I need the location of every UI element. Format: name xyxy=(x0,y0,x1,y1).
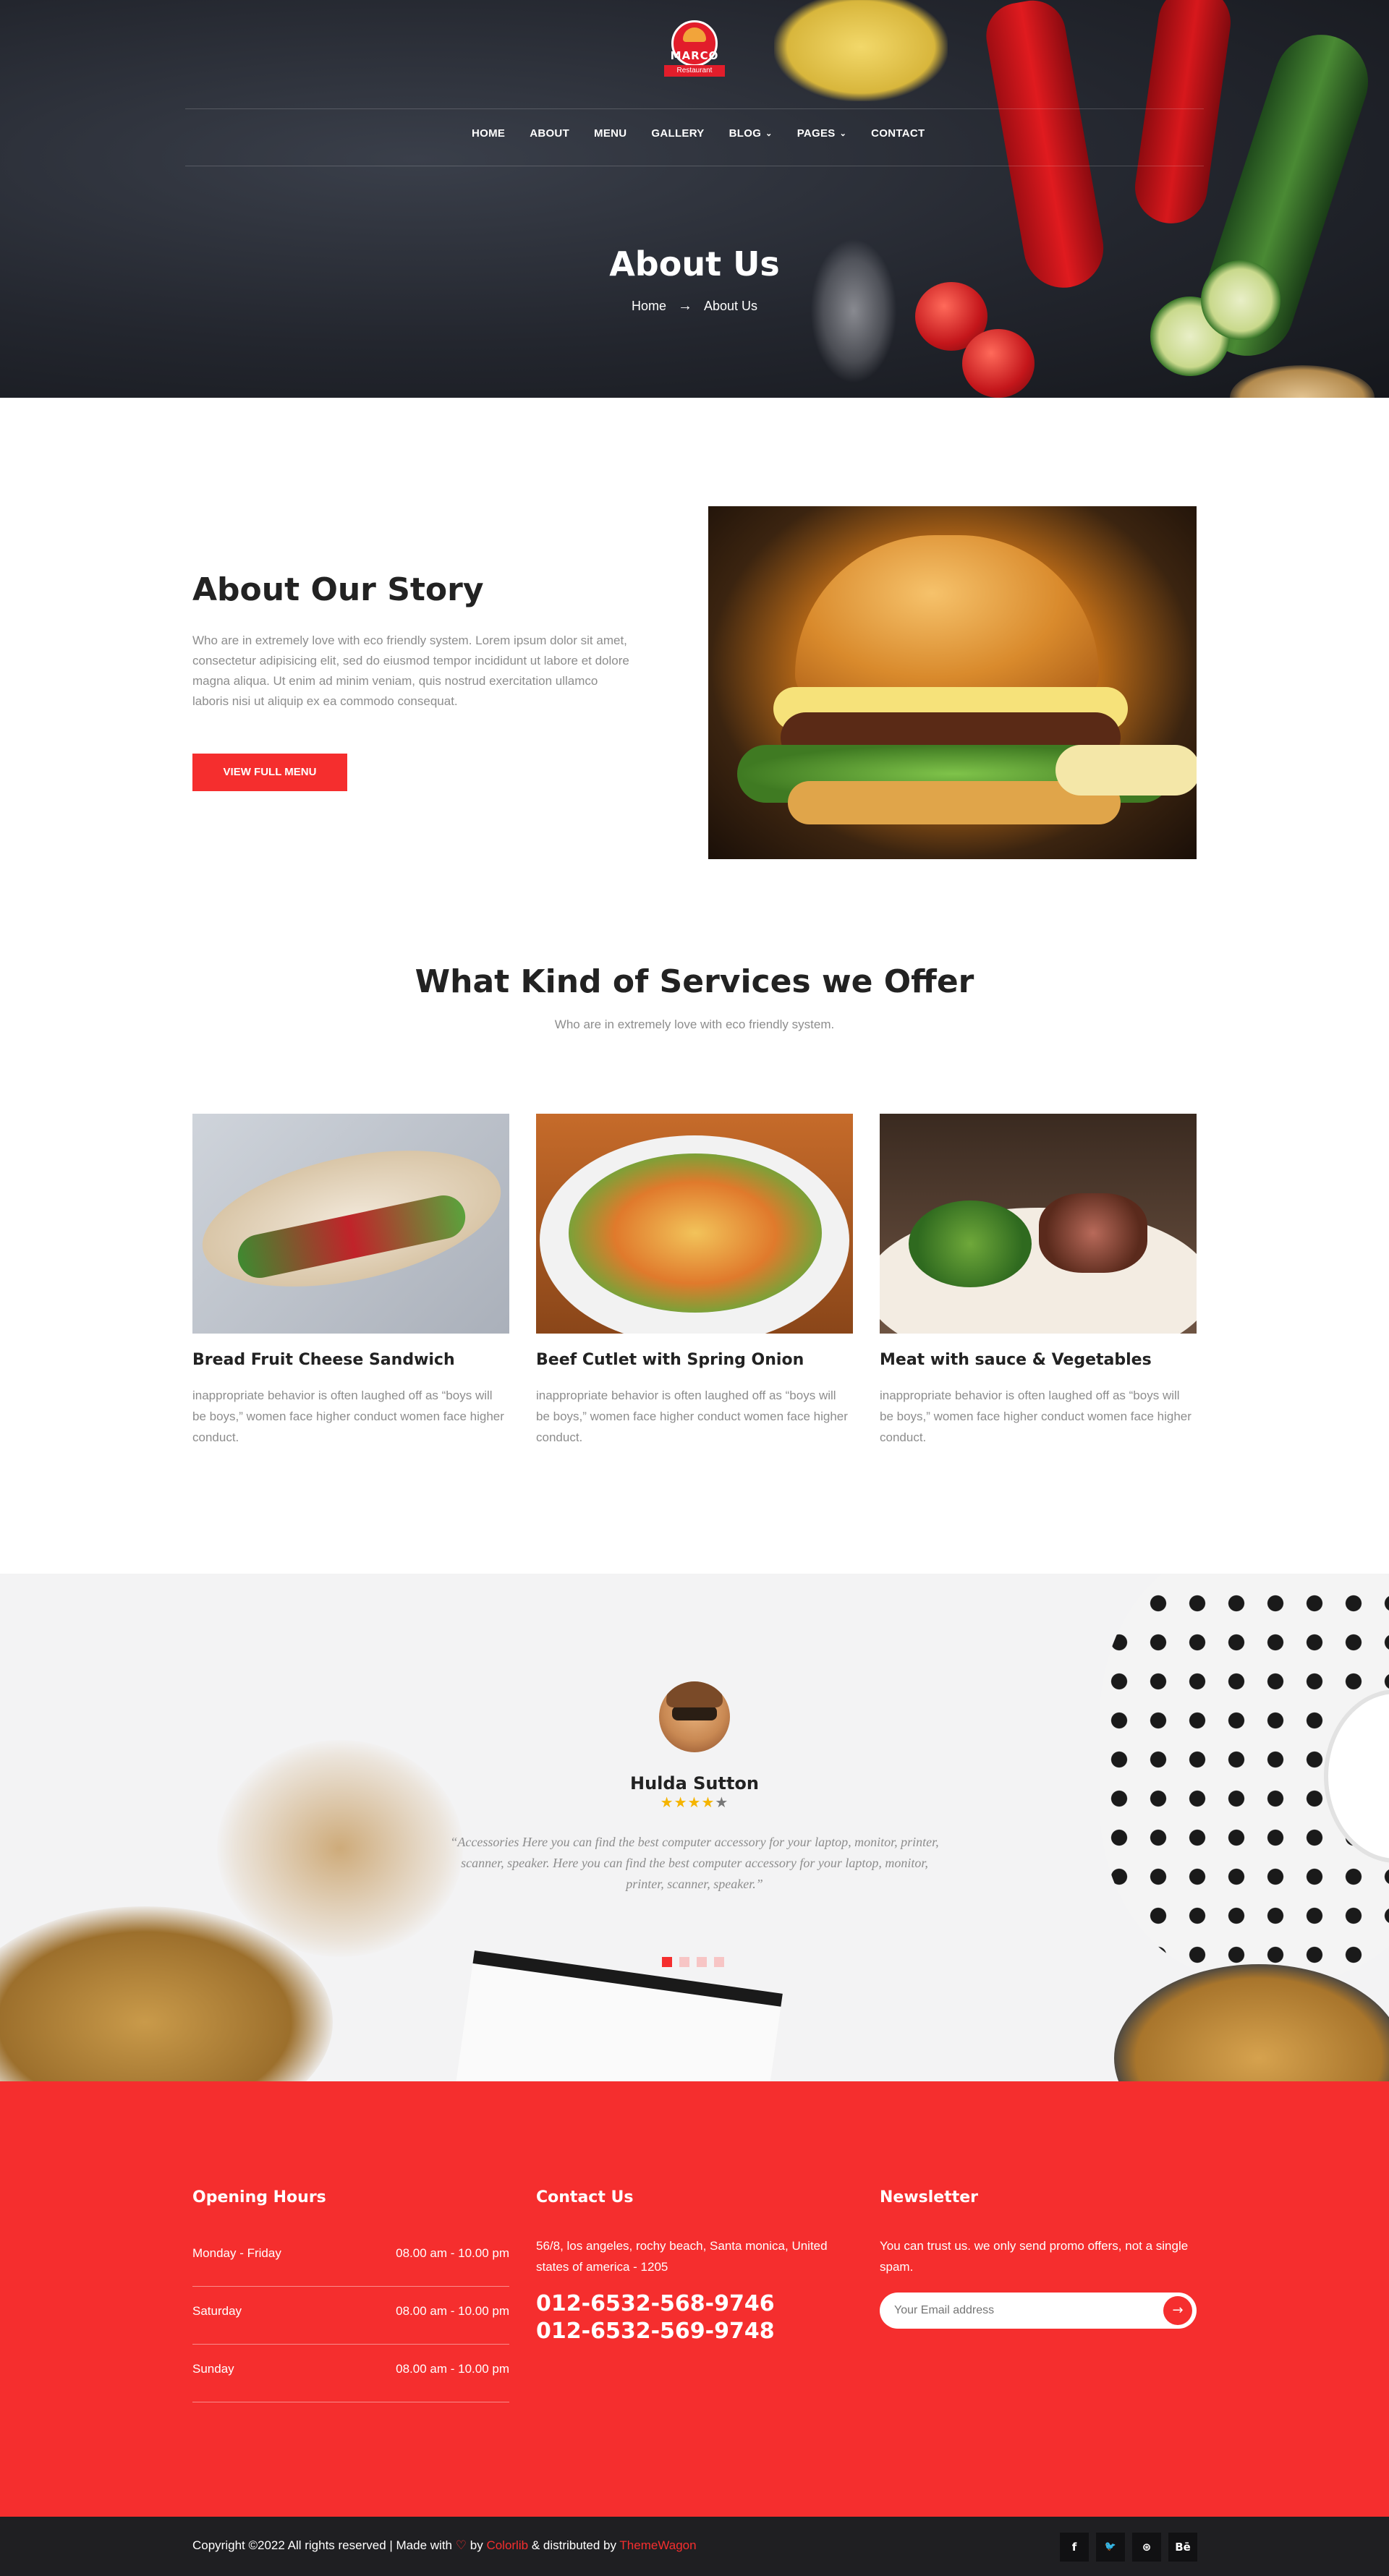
newsletter-text: You can trust us. we only send promo off… xyxy=(880,2239,1189,2274)
contact-title: Contact Us xyxy=(536,2188,634,2206)
behance-icon[interactable]: Bē xyxy=(1168,2533,1197,2562)
services-subtitle: Who are in extremely love with eco frien… xyxy=(554,1018,835,1031)
card-title[interactable]: Bread Fruit Cheese Sandwich xyxy=(192,1351,509,1369)
contact-phone[interactable]: 012-6532-568-9746 xyxy=(536,2291,775,2316)
granola-bowl-decoration xyxy=(1114,1964,1389,2081)
colorlib-link[interactable]: Colorlib xyxy=(486,2538,528,2552)
meat-vegetables-photo xyxy=(880,1114,1197,1334)
napkin-decoration xyxy=(454,1950,783,2081)
nav-blog[interactable]: BLOG ⌄ xyxy=(729,127,773,140)
copyright-by: by xyxy=(470,2538,483,2552)
view-full-menu-button[interactable]: VIEW FULL MENU xyxy=(192,754,347,791)
page-title: About Us xyxy=(609,244,780,283)
testimonial-quote: “Accessories Here you can find the best … xyxy=(450,1835,939,1891)
nav-menu[interactable]: MENU xyxy=(594,127,626,140)
themewagon-link[interactable]: ThemeWagon xyxy=(619,2538,696,2552)
carousel-dot[interactable] xyxy=(714,1957,724,1967)
star-icon: ★ xyxy=(701,1794,715,1811)
star-icon: ★ xyxy=(687,1794,702,1811)
brand-logo[interactable]: MARCO Restaurant xyxy=(658,17,731,90)
granola-scatter-decoration xyxy=(217,1740,463,1957)
chevron-down-icon: ⌄ xyxy=(765,129,773,138)
copyright-text: Copyright ©2022 All rights reserved | Ma… xyxy=(192,2538,697,2553)
newsletter-title: Newsletter xyxy=(880,2188,979,2206)
hero-banner: MARCO Restaurant HOME ABOUT MENU GALLERY BLO… xyxy=(0,0,1389,398)
card-text: inappropriate behavior is often laughed … xyxy=(880,1389,1192,1444)
onion-decoration xyxy=(1230,365,1375,398)
logo-name: MARCO xyxy=(670,49,719,62)
breadcrumb-home[interactable]: Home xyxy=(632,299,666,314)
nav-divider-top xyxy=(185,108,1204,109)
logo-tagline: Restaurant xyxy=(664,65,725,77)
nav-label: HOME xyxy=(472,127,506,140)
burger-photo xyxy=(708,506,1197,859)
nav-label: GALLERY xyxy=(651,127,705,140)
bottom-bar: Copyright ©2022 All rights reserved | Ma… xyxy=(0,2517,1389,2576)
breadcrumb: Home → About Us xyxy=(0,298,1389,315)
hours-row: Monday - Friday 08.00 am - 10.00 pm xyxy=(192,2229,509,2287)
nav-home[interactable]: HOME xyxy=(472,127,505,140)
service-card[interactable]: Bread Fruit Cheese Sandwich inappropriat… xyxy=(192,1114,509,1448)
opening-hours-title: Opening Hours xyxy=(192,2188,326,2206)
noodle-bowl-photo xyxy=(536,1114,853,1334)
tomato-decoration-2 xyxy=(962,329,1035,398)
sandwich-photo xyxy=(192,1114,509,1334)
main-nav: HOME ABOUT MENU GALLERY BLOG ⌄ PAGES ⌄ CONTACT xyxy=(472,127,949,140)
contact-phone[interactable]: 012-6532-569-9748 xyxy=(536,2319,775,2344)
testimonial-name: Hulda Sutton xyxy=(629,1773,760,1794)
arrow-right-icon: → xyxy=(677,298,692,314)
subscribe-button[interactable]: → xyxy=(1163,2296,1192,2325)
carousel-dot[interactable] xyxy=(662,1957,672,1967)
star-icon: ★ xyxy=(674,1794,688,1811)
carousel-dot[interactable] xyxy=(697,1957,707,1967)
services-title: What Kind of Services we Offer xyxy=(415,963,974,1000)
carousel-dot[interactable] xyxy=(679,1957,689,1967)
card-title[interactable]: Meat with sauce & Vegetables xyxy=(880,1351,1197,1369)
nav-about[interactable]: ABOUT xyxy=(530,127,569,140)
dribbble-icon[interactable]: ⊛ xyxy=(1132,2533,1161,2562)
contact-address: 56/8, los angeles, rochy beach, Santa mo… xyxy=(536,2239,828,2274)
email-field[interactable] xyxy=(880,2293,1197,2329)
red-pepper-decoration-2 xyxy=(1130,0,1236,229)
copyright-prefix: Copyright ©2022 All rights reserved | Ma… xyxy=(192,2538,453,2552)
nav-label: MENU xyxy=(594,127,627,140)
carousel-dots xyxy=(662,1957,724,1967)
card-text: inappropriate behavior is often laughed … xyxy=(536,1389,848,1444)
corn-decoration xyxy=(774,0,948,101)
card-title[interactable]: Beef Cutlet with Spring Onion xyxy=(536,1351,853,1369)
hours-day: Monday - Friday xyxy=(192,2246,281,2260)
nav-label: CONTACT xyxy=(871,127,925,140)
hours-row: Sunday 08.00 am - 10.00 pm xyxy=(192,2345,509,2402)
testimonial-section xyxy=(0,1574,1389,2081)
hours-row: Saturday 08.00 am - 10.00 pm xyxy=(192,2287,509,2345)
service-card[interactable]: Beef Cutlet with Spring Onion inappropri… xyxy=(536,1114,853,1448)
nav-label: PAGES xyxy=(797,127,836,140)
story-text: Who are in extremely love with eco frien… xyxy=(192,634,629,708)
heart-icon: ♡ xyxy=(455,2538,467,2552)
twitter-icon[interactable]: 🐦 xyxy=(1096,2533,1125,2562)
hours-time: 08.00 am - 10.00 pm xyxy=(396,2304,509,2318)
nav-gallery[interactable]: GALLERY xyxy=(651,127,704,140)
avatar xyxy=(659,1681,730,1752)
story-title: About Our Story xyxy=(192,571,484,608)
hours-time: 08.00 am - 10.00 pm xyxy=(396,2362,509,2376)
card-text: inappropriate behavior is often laughed … xyxy=(192,1389,504,1444)
copyright-distributed: & distributed by xyxy=(531,2538,616,2552)
rating-stars: ★★★★★ xyxy=(0,1794,1389,1811)
breadcrumb-current: About Us xyxy=(703,299,758,313)
star-icon: ★ xyxy=(715,1794,729,1811)
hours-day: Saturday xyxy=(192,2304,242,2318)
nav-label: ABOUT xyxy=(530,127,570,140)
service-card[interactable]: Meat with sauce & Vegetables inappropria… xyxy=(880,1114,1197,1448)
nav-pages[interactable]: PAGES ⌄ xyxy=(797,127,846,140)
nav-label: BLOG xyxy=(729,127,762,140)
nav-contact[interactable]: CONTACT xyxy=(871,127,925,140)
facebook-icon[interactable]: f xyxy=(1060,2533,1089,2562)
chevron-down-icon: ⌄ xyxy=(839,129,847,138)
hours-time: 08.00 am - 10.00 pm xyxy=(396,2246,509,2260)
hours-day: Sunday xyxy=(192,2362,234,2376)
star-icon: ★ xyxy=(660,1794,674,1811)
